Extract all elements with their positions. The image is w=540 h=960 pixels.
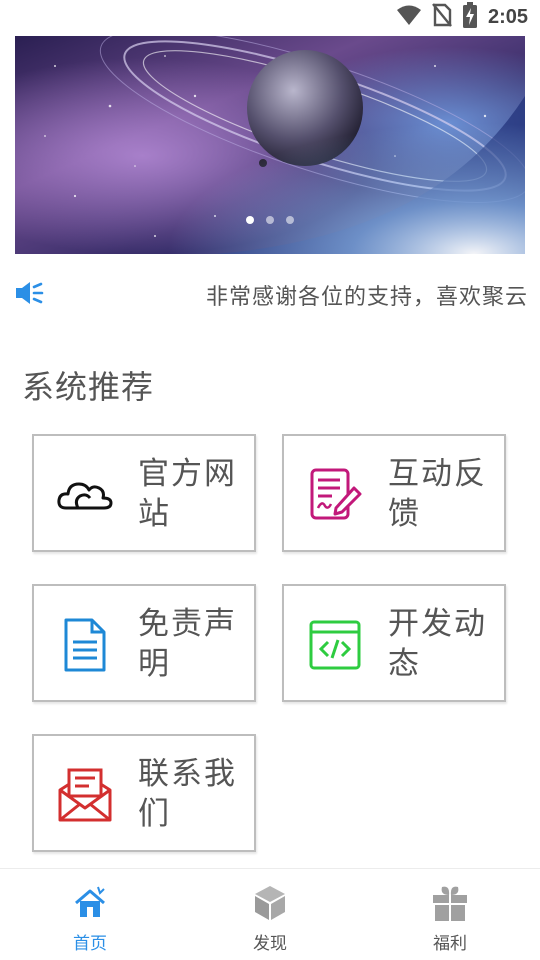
status-time: 2:05 [487,5,528,28]
card-disclaimer[interactable]: 免责声明 [32,584,256,702]
battery-charging-icon [462,2,478,32]
card-label: 官方网站 [138,456,237,532]
tab-label: 发现 [253,934,287,954]
gift-icon [430,883,470,923]
home-icon [70,883,110,923]
notice-text: 非常感谢各位的支持，喜欢聚云 [206,285,529,310]
code-window-icon [306,616,364,674]
notice-bar: 非常感谢各位的支持，喜欢聚云 [0,270,540,316]
cloud-icon [56,466,114,524]
tab-benefits[interactable]: 福利 [360,869,540,960]
cube-icon [250,883,290,923]
carousel-dot[interactable] [266,216,274,224]
card-label: 开发动态 [388,606,487,682]
card-dev-updates[interactable]: 开发动态 [282,584,506,702]
tab-discover[interactable]: 发现 [180,869,360,960]
mail-icon [56,766,114,824]
card-label: 联系我们 [138,756,237,832]
carousel-dot[interactable] [246,216,254,224]
banner-carousel[interactable] [15,36,525,254]
bottom-tab-bar: 首页 发现 福利 [0,868,540,960]
card-feedback[interactable]: 互动反馈 [282,434,506,552]
tab-home[interactable]: 首页 [0,869,180,960]
carousel-indicator [15,216,525,224]
tab-label: 福利 [433,934,467,954]
no-sim-icon [432,3,452,31]
tab-label: 首页 [73,934,107,954]
card-contact-us[interactable]: 联系我们 [32,734,256,852]
section-title: 系统推荐 [22,368,155,406]
status-icons: 2:05 [396,2,528,32]
feedback-edit-icon [306,466,364,524]
status-bar: 2:05 [0,0,540,34]
document-icon [56,616,114,674]
card-official-website[interactable]: 官方网站 [32,434,256,552]
speaker-icon [14,280,44,306]
wifi-icon [396,4,422,30]
card-label: 互动反馈 [388,456,487,532]
carousel-dot[interactable] [286,216,294,224]
card-label: 免责声明 [138,606,237,682]
